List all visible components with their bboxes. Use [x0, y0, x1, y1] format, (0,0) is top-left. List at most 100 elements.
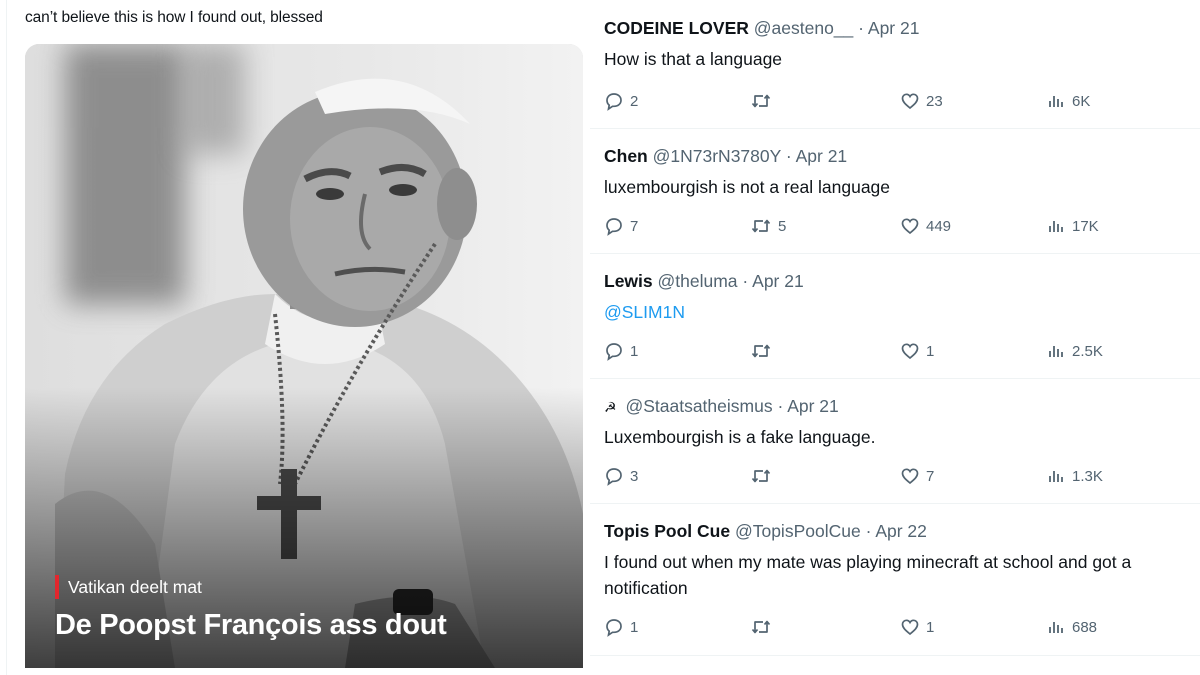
like-icon	[901, 619, 919, 636]
like-icon	[901, 468, 919, 485]
reply-actions: 1 1 688	[604, 616, 1164, 638]
like-count: 23	[926, 92, 943, 110]
views-button[interactable]: 17K	[1046, 215, 1099, 237]
like-button[interactable]: 7	[900, 465, 934, 487]
like-count: 7	[926, 467, 935, 485]
repost-icon	[751, 219, 771, 233]
views-count: 17K	[1072, 217, 1099, 235]
reply-header: Chen @1N73rN3780Y · Apr 21	[604, 146, 847, 167]
like-icon	[901, 218, 919, 235]
repost-button[interactable]	[750, 90, 778, 112]
reply-date[interactable]: Apr 21	[787, 396, 839, 416]
separator-dot: ·	[785, 146, 792, 166]
reply-date[interactable]: Apr 22	[875, 521, 927, 541]
separator-dot: ·	[858, 18, 864, 38]
like-button[interactable]: 1	[900, 340, 934, 362]
reply-text: I found out when my mate was playing min…	[604, 552, 1132, 598]
repost-button[interactable]	[750, 616, 778, 638]
views-icon	[1049, 471, 1063, 482]
views-count: 688	[1072, 618, 1098, 636]
views-icon	[1049, 96, 1063, 107]
reply-text: How is that a language	[604, 49, 783, 69]
reply-count: 7	[630, 217, 639, 235]
reply-item[interactable]: CODEINE LOVER @aesteno__ · Apr 21 How is…	[590, 0, 1200, 129]
reply-actions: 2 23 6K	[604, 90, 1164, 112]
like-icon	[901, 343, 919, 360]
reply-item[interactable]: ☭ @Staatsatheismus · Apr 21 Luxembourgis…	[590, 378, 1200, 504]
reply-count: 2	[630, 92, 639, 110]
reply-icon	[606, 93, 622, 111]
reply-author-handle[interactable]: @TopisPoolCue	[735, 521, 861, 541]
reply-header: Topis Pool Cue @TopisPoolCue · Apr 22	[604, 521, 927, 542]
reply-author-name[interactable]: CODEINE LOVER	[604, 18, 749, 38]
reply-icon	[606, 218, 622, 236]
separator-dot: ·	[865, 521, 872, 541]
reply-actions: 3 7 1.3K	[604, 465, 1164, 487]
views-icon	[1049, 622, 1063, 633]
original-post: can’t believe this is how I found out, b…	[0, 0, 590, 675]
reply-author-handle[interactable]: @theluma	[658, 271, 738, 291]
reply-button[interactable]: 1	[604, 616, 638, 638]
reply-author-name[interactable]: Lewis	[604, 271, 653, 291]
reply-button[interactable]: 3	[604, 465, 638, 487]
repost-button[interactable]	[750, 340, 778, 362]
news-headline: De Poopst François ass dout	[55, 609, 447, 641]
post-caption: can’t believe this is how I found out, b…	[25, 9, 323, 26]
reply-count: 3	[630, 467, 639, 485]
views-button[interactable]: 688	[1046, 616, 1097, 638]
reply-icon	[606, 343, 622, 361]
views-icon	[1049, 346, 1063, 357]
reply-date[interactable]: Apr 21	[752, 271, 804, 291]
kicker-text: Vatikan deelt mat	[68, 576, 202, 597]
reply-author-handle[interactable]: @1N73rN3780Y	[653, 146, 781, 166]
reply-button[interactable]: 1	[604, 340, 638, 362]
hammer-sickle-icon: ☭	[604, 399, 617, 415]
reply-item[interactable]: Lewis @theluma · Apr 21 @SLIM1N 1 1 2.5K	[590, 253, 1200, 379]
reply-button[interactable]: 2	[604, 90, 638, 112]
reply-date[interactable]: Apr 21	[868, 18, 920, 38]
like-count: 1	[926, 618, 935, 636]
reply-actions: 1 1 2.5K	[604, 340, 1164, 362]
reply-date[interactable]: Apr 21	[796, 146, 848, 166]
views-count: 6K	[1072, 92, 1091, 110]
reply-text: luxembourgish is not a real language	[604, 177, 891, 197]
repost-icon	[751, 620, 771, 634]
like-icon	[901, 93, 919, 110]
repost-icon	[751, 94, 771, 108]
kicker-accent-bar	[55, 575, 59, 599]
repost-count: 5	[778, 217, 787, 235]
reply-header: ☭ @Staatsatheismus · Apr 21	[604, 396, 839, 417]
reply-item[interactable]: Topis Pool Cue @TopisPoolCue · Apr 22 I …	[590, 503, 1200, 656]
reply-icon	[606, 468, 622, 486]
reply-item[interactable]: Chen @1N73rN3780Y · Apr 21 luxembourgish…	[590, 128, 1200, 254]
separator-dot: ·	[742, 271, 749, 291]
repost-button[interactable]: 5	[750, 215, 786, 237]
views-button[interactable]: 2.5K	[1046, 340, 1103, 362]
views-icon	[1049, 221, 1063, 232]
like-count: 1	[926, 342, 935, 360]
views-count: 1.3K	[1072, 467, 1103, 485]
like-count: 449	[926, 217, 952, 235]
news-kicker: Vatikan deelt mat	[55, 575, 447, 599]
reply-author-handle[interactable]: @aesteno__	[754, 18, 854, 38]
timeline-border	[6, 0, 7, 675]
reply-header: Lewis @theluma · Apr 21	[604, 271, 804, 292]
views-button[interactable]: 6K	[1046, 90, 1090, 112]
reply-author-handle[interactable]: @Staatsatheismus	[625, 396, 772, 416]
post-image[interactable]: Vatikan deelt mat De Poopst François ass…	[25, 44, 583, 668]
repost-button[interactable]	[750, 465, 778, 487]
reply-mention-link[interactable]: @SLIM1N	[604, 299, 1194, 325]
reply-actions: 7 5 449 17K	[604, 215, 1164, 237]
repost-icon	[751, 344, 771, 358]
reply-author-name[interactable]: Topis Pool Cue	[604, 521, 730, 541]
news-overlay: Vatikan deelt mat De Poopst François ass…	[55, 575, 447, 642]
like-button[interactable]: 23	[900, 90, 943, 112]
reply-count: 1	[630, 342, 639, 360]
replies-list: CODEINE LOVER @aesteno__ · Apr 21 How is…	[590, 0, 1200, 675]
reply-author-name[interactable]: Chen	[604, 146, 648, 166]
reply-button[interactable]: 7	[604, 215, 638, 237]
like-button[interactable]: 1	[900, 616, 934, 638]
like-button[interactable]: 449	[900, 215, 951, 237]
reply-header: CODEINE LOVER @aesteno__ · Apr 21	[604, 18, 919, 39]
views-button[interactable]: 1.3K	[1046, 465, 1103, 487]
